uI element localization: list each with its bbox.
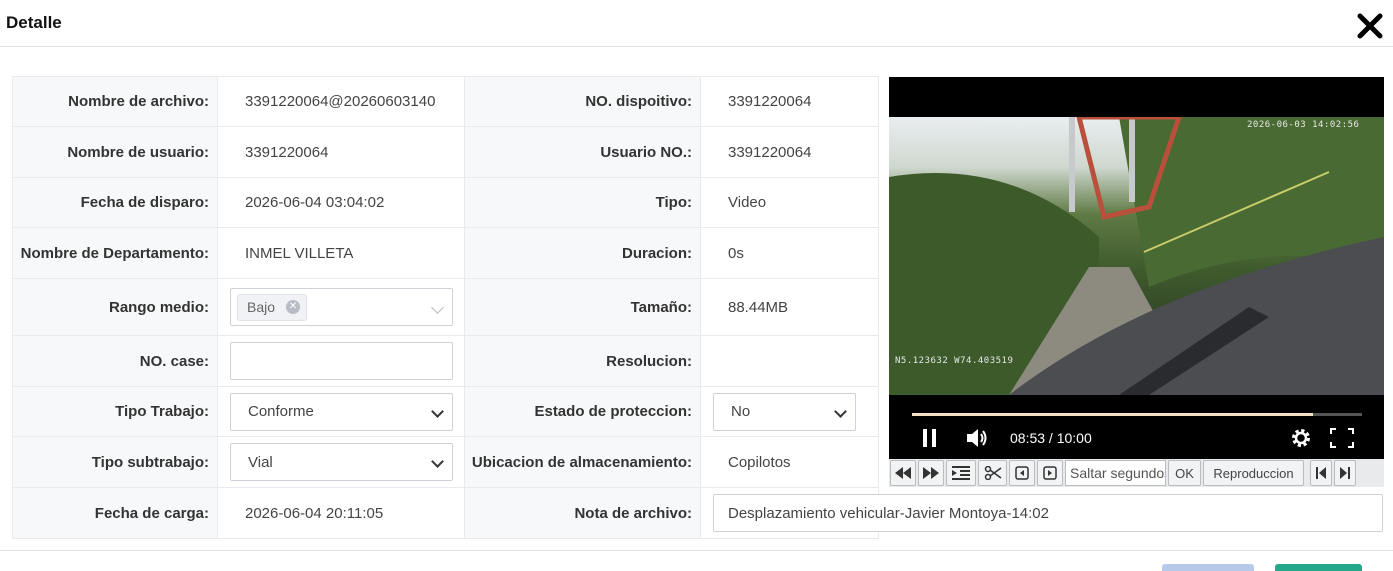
- size-value: 88.44MB: [700, 278, 879, 336]
- subwork-cell: Vial: [217, 436, 465, 488]
- player-toolbar: Saltar segundos OK Reproduccion: [889, 459, 1384, 487]
- form-row: Nombre de archivo: 3391220064@2026060314…: [12, 76, 879, 127]
- chevron-down-icon: [431, 404, 444, 418]
- form-row: Nombre de Departamento: INMEL VILLETA Du…: [12, 227, 879, 279]
- user-name-value: 3391220064: [217, 126, 465, 178]
- dialog-title: Detalle: [6, 13, 62, 32]
- upload-date-label: Fecha de carga:: [12, 487, 218, 539]
- chevron-down-icon: [431, 455, 444, 468]
- range-label: Rango medio:: [12, 278, 218, 336]
- resolution-value: [700, 335, 879, 387]
- user-name-label: Nombre de usuario:: [12, 126, 218, 178]
- protection-select[interactable]: No: [713, 392, 856, 431]
- user-no-label: Usuario NO.:: [464, 126, 701, 178]
- form-row: Tipo Trabajo: Conforme Estado de protecc…: [12, 386, 879, 437]
- form-row: Fecha de disparo: 2026-06-04 03:04:02 Ti…: [12, 177, 879, 228]
- subwork-value: Vial: [248, 453, 273, 471]
- close-icon[interactable]: [1356, 12, 1384, 40]
- tag-remove-icon[interactable]: ✕: [286, 300, 301, 314]
- form-row: Fecha de carga: 2026-06-04 20:11:05 Nota…: [12, 487, 1383, 539]
- playlist-icon[interactable]: [946, 460, 976, 486]
- next-frame-icon[interactable]: [1037, 460, 1063, 486]
- osd-timestamp: 2026-06-03 14:02:56: [1247, 120, 1360, 130]
- duration-label: Duracion:: [464, 227, 701, 279]
- department-value: INMEL VILLETA: [217, 227, 465, 279]
- department-label: Nombre de Departamento:: [12, 227, 218, 279]
- upload-date-value: 2026-06-04 20:11:05: [217, 487, 465, 539]
- type-label: Tipo:: [464, 177, 701, 228]
- osd-device-id: 1220064_000000: [895, 120, 978, 130]
- pause-icon[interactable]: [922, 428, 938, 448]
- subwork-label: Tipo subtrabajo:: [12, 436, 218, 488]
- secondary-button[interactable]: [1162, 564, 1254, 571]
- protection-label: Estado de proteccion:: [464, 386, 701, 437]
- form-row: Tipo subtrabajo: Vial Ubicacion de almac…: [12, 436, 879, 488]
- seek-bar-fill: [912, 413, 1313, 416]
- duration-value: 0s: [700, 227, 879, 279]
- skip-end-icon[interactable]: [1334, 460, 1356, 486]
- range-cell: Bajo ✕: [217, 278, 465, 336]
- form-row: NO. case: Resolucion:: [12, 335, 879, 387]
- protection-cell: No: [700, 386, 879, 437]
- detail-form: Nombre de archivo: 3391220064@2026060314…: [12, 76, 1383, 539]
- rewind-icon[interactable]: [890, 460, 916, 486]
- playback-button[interactable]: Reproduccion: [1203, 460, 1304, 486]
- note-cell: Desplazamiento vehicular-Javier Montoya-…: [700, 487, 1383, 539]
- chevron-down-icon: [834, 404, 847, 418]
- footer-divider: [0, 550, 1393, 551]
- trigger-date-value: 2026-06-04 03:04:02: [217, 177, 465, 228]
- storage-label: Ubicacion de almacenamiento:: [464, 436, 701, 488]
- user-no-value: 3391220064: [700, 126, 879, 178]
- trigger-date-label: Fecha de disparo:: [12, 177, 218, 228]
- video-frame-image: [889, 114, 1384, 395]
- case-cell: [217, 335, 465, 387]
- volume-icon[interactable]: [965, 427, 989, 449]
- work-type-cell: Conforme: [217, 386, 465, 437]
- subwork-select[interactable]: Vial: [230, 443, 453, 481]
- device-no-value: 3391220064: [700, 76, 879, 127]
- form-row: Rango medio: Bajo ✕ Tamaño: 88.44MB: [12, 278, 879, 336]
- file-name-label: Nombre de archivo:: [12, 76, 218, 127]
- seek-bar[interactable]: [912, 413, 1362, 416]
- work-type-label: Tipo Trabajo:: [12, 386, 218, 437]
- size-label: Tamaño:: [464, 278, 701, 336]
- gear-icon[interactable]: [1290, 427, 1312, 449]
- file-name-value: 3391220064@20260603140: [217, 76, 465, 127]
- range-tag-text: Bajo: [247, 299, 276, 315]
- storage-value: Copilotos: [700, 436, 879, 488]
- note-label: Nota de archivo:: [464, 487, 701, 539]
- scissors-icon[interactable]: [978, 460, 1007, 486]
- video-frame: [889, 114, 1384, 395]
- case-input[interactable]: [230, 342, 453, 380]
- protection-value: No: [731, 403, 751, 420]
- case-label: NO. case:: [12, 335, 218, 387]
- work-type-select[interactable]: Conforme: [230, 392, 453, 431]
- note-input[interactable]: Desplazamiento vehicular-Javier Montoya-…: [713, 494, 1383, 532]
- ok-button[interactable]: OK: [1168, 460, 1201, 486]
- prev-frame-icon[interactable]: [1009, 460, 1035, 486]
- range-tag: Bajo ✕: [237, 293, 308, 321]
- video-time: 08:53 / 10:00: [1010, 430, 1092, 446]
- fast-forward-icon[interactable]: [918, 460, 944, 486]
- range-select[interactable]: Bajo ✕: [230, 288, 453, 326]
- primary-button[interactable]: [1275, 564, 1362, 571]
- skip-start-icon[interactable]: [1310, 460, 1332, 486]
- chevron-down-icon: [431, 301, 444, 314]
- fullscreen-icon[interactable]: [1330, 428, 1354, 448]
- video-player[interactable]: 1220064_000000 2026-06-03 14:02:56 N5.12…: [889, 77, 1384, 459]
- type-value: Video: [700, 177, 879, 228]
- osd-gps: N5.123632 W74.403519: [895, 356, 1014, 366]
- dialog-header: Detalle: [0, 0, 1393, 47]
- device-no-label: NO. dispoitivo:: [464, 76, 701, 127]
- jump-seconds-input[interactable]: Saltar segundos: [1065, 460, 1166, 486]
- resolution-label: Resolucion:: [464, 335, 701, 387]
- work-type-value: Conforme: [248, 403, 314, 420]
- form-row: Nombre de usuario: 3391220064 Usuario NO…: [12, 126, 879, 178]
